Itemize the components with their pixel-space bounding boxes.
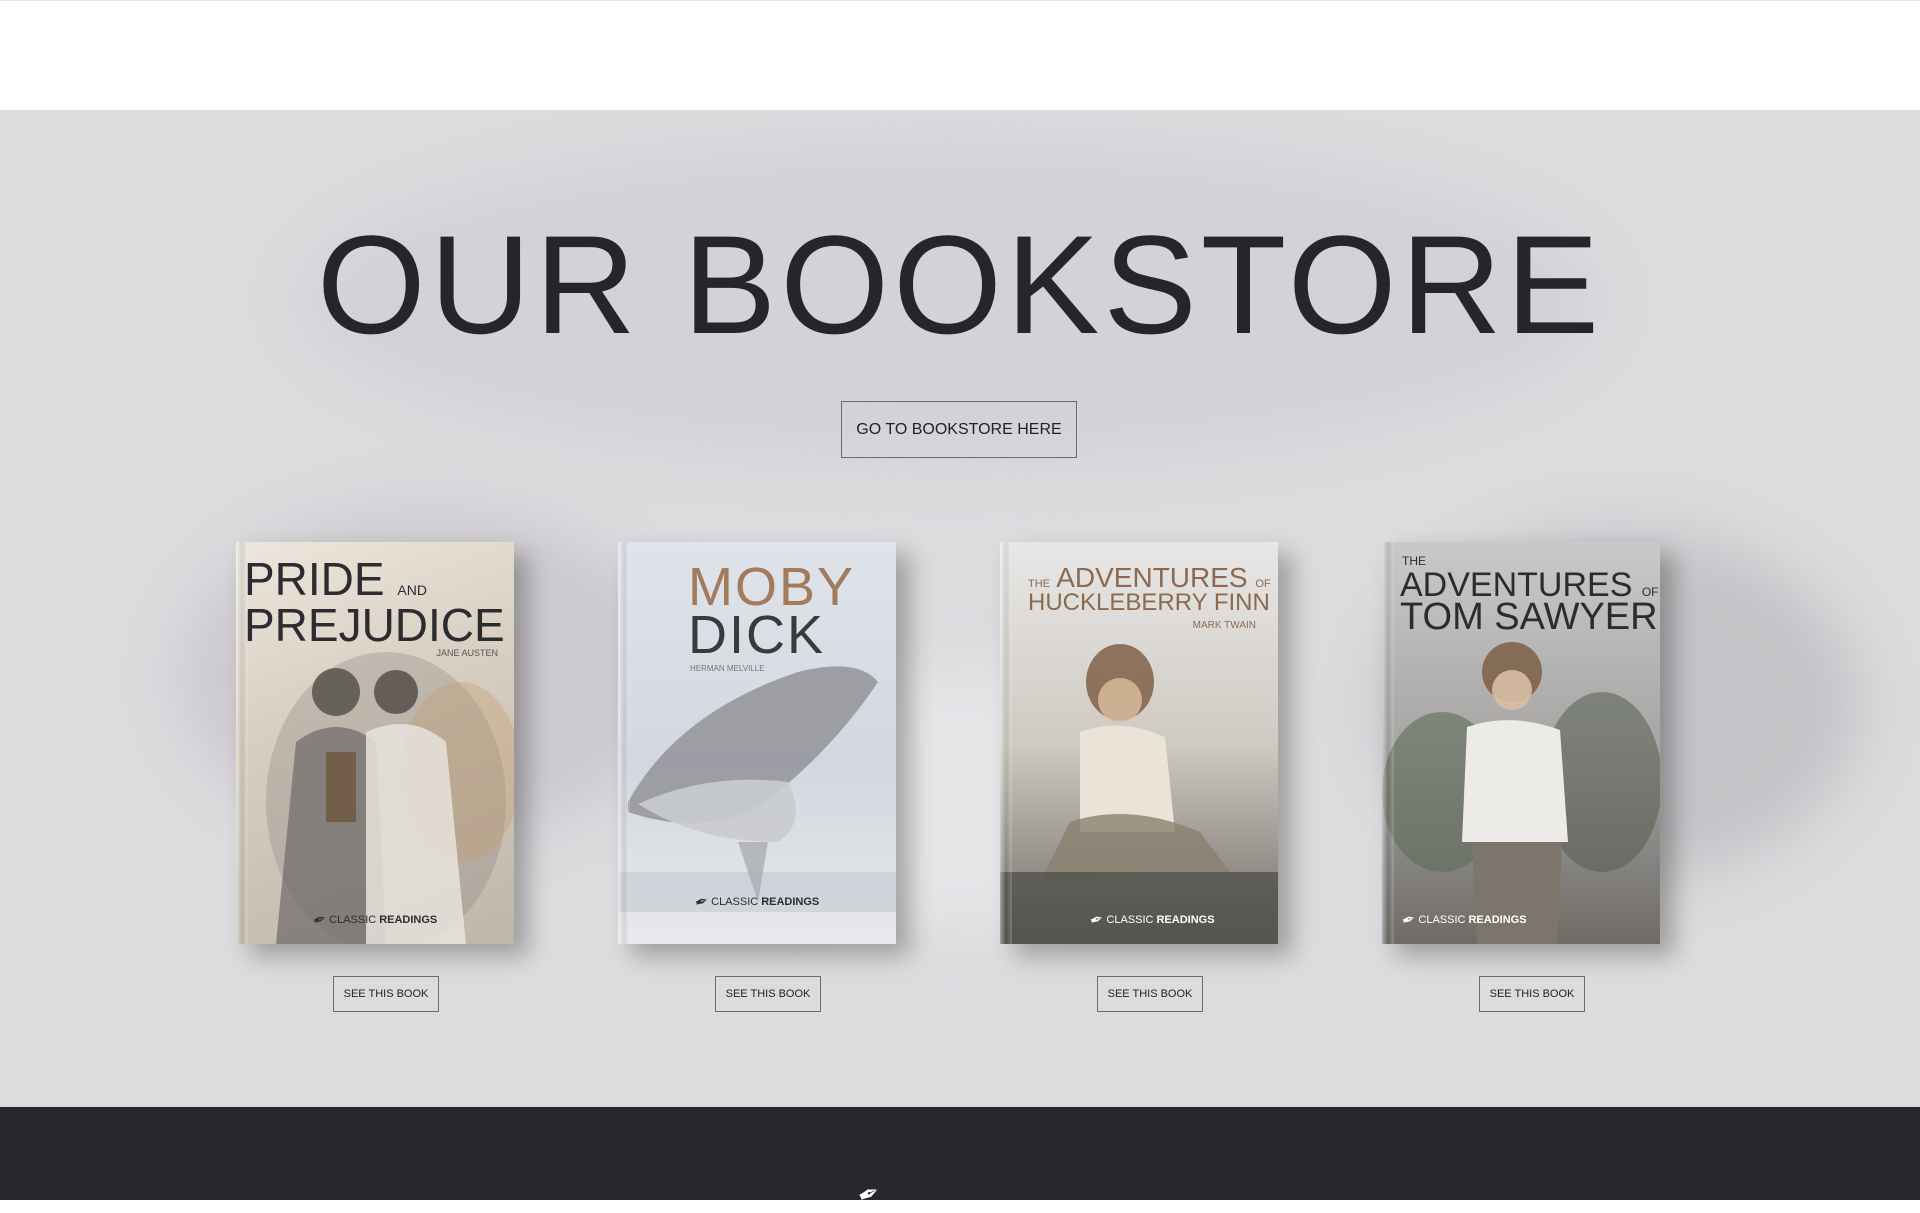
go-to-bookstore-button[interactable]: GO TO BOOKSTORE HERE <box>841 401 1077 458</box>
page-title: OUR BOOKSTORE <box>316 206 1604 363</box>
book-author: HERMAN MELVILLE <box>690 664 765 673</box>
top-header-bar <box>0 0 1920 111</box>
see-this-book-button[interactable]: SEE THIS BOOK <box>333 976 439 1012</box>
see-this-book-button[interactable]: SEE THIS BOOK <box>715 976 821 1012</box>
book-title-line2: TOM SAWYER <box>1400 596 1658 638</box>
bookstore-section: OUR BOOKSTORE GO TO BOOKSTORE HERE PRIDE… <box>0 110 1920 1107</box>
book-cover-pride-and-prejudice[interactable]: PRIDE AND PREJUDICE JANE AUSTEN ✒ CLASSIC… <box>236 542 514 944</box>
publisher-logo: ✒ CLASSIC READINGS <box>692 892 820 913</box>
book-author: JANE AUSTEN <box>436 648 498 658</box>
book-author: MARK TWAIN <box>1192 620 1256 631</box>
book-title-line2: HUCKLEBERRY FINN <box>1028 589 1270 616</box>
book-cover-huckleberry-finn[interactable]: THE ADVENTURES OF HUCKLEBERRY FINN MARK … <box>1000 542 1278 944</box>
feather-icon: ✒ <box>310 910 329 931</box>
book-cover-tom-sawyer[interactable]: THE ADVENTURES OF TOM SAWYER ✒ CLASSIC REA… <box>1382 542 1660 944</box>
feather-icon: ✒ <box>852 1175 885 1213</box>
see-this-book-button[interactable]: SEE THIS BOOK <box>1097 976 1203 1012</box>
publisher-logo: ✒ CLASSIC READINGS <box>1087 910 1215 931</box>
publisher-logo: ✒ CLASSIC READINGS <box>1399 910 1527 931</box>
footer: ✒ <box>0 1107 1920 1212</box>
see-this-book-button[interactable]: SEE THIS BOOK <box>1479 976 1585 1012</box>
publisher-logo: ✒ CLASSIC READINGS <box>310 910 438 931</box>
feather-icon: ✒ <box>1087 910 1107 931</box>
book-title-line2: PREJUDICE <box>244 599 505 651</box>
feather-icon: ✒ <box>692 892 711 913</box>
book-title-line2: DICK <box>688 605 826 665</box>
book-cover-moby-dick[interactable]: MOBY DICK HERMAN MELVILLE ✒ CLASSIC READIN… <box>618 542 896 944</box>
feather-icon: ✒ <box>1399 910 1419 931</box>
